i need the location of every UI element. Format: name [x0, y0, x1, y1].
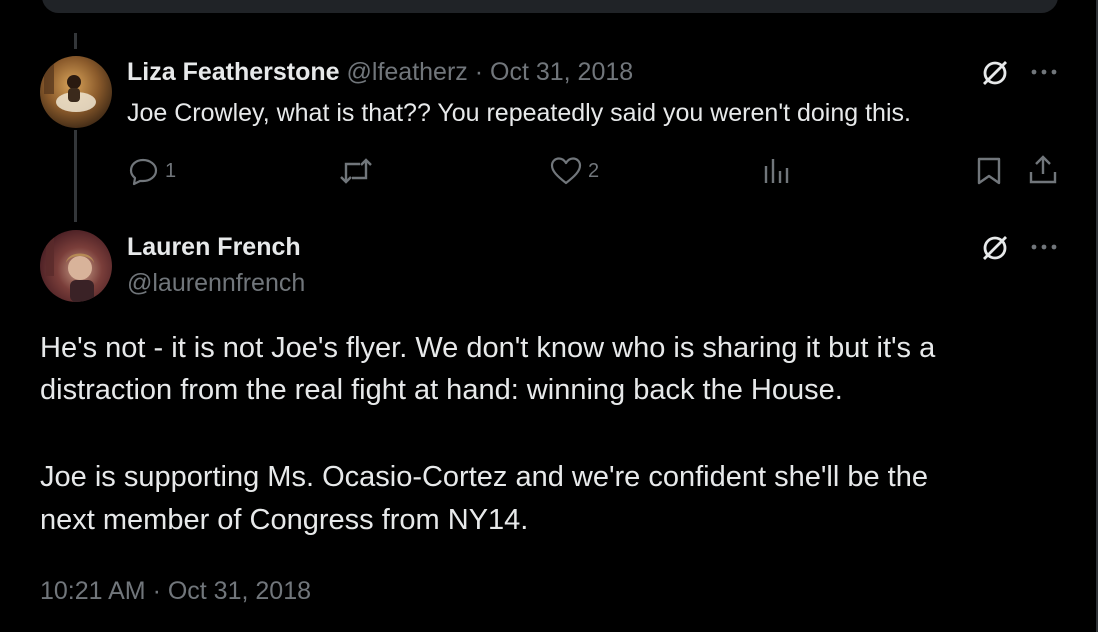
share-icon[interactable]: [1028, 154, 1058, 186]
views-icon[interactable]: [763, 156, 791, 186]
separator: ·: [474, 58, 484, 86]
grok-icon[interactable]: [980, 58, 1010, 88]
author-name[interactable]: Liza Featherstone: [127, 58, 340, 86]
tweet-date[interactable]: Oct 31, 2018: [490, 58, 633, 86]
search-bar[interactable]: [42, 0, 1058, 13]
more-icon[interactable]: [1030, 64, 1058, 80]
author-name[interactable]: Lauren French: [127, 233, 301, 262]
tweet-text-line: Joe is supporting Ms. Ocasio-Cortez and …: [40, 461, 928, 493]
thread-line-top: [74, 33, 77, 49]
thread-line: [74, 130, 77, 222]
author-handle[interactable]: @lfeatherz: [347, 58, 468, 86]
tweet-text-line: He's not - it is not Joe's flyer. We don…: [40, 332, 936, 364]
tweet-timestamp[interactable]: 10:21 AM · Oct 31, 2018: [40, 577, 311, 606]
reply-header: Liza Featherstone @lfeatherz · Oct 31, 2…: [127, 58, 633, 87]
like-icon[interactable]: [550, 156, 582, 186]
grok-icon[interactable]: [980, 233, 1010, 263]
tweet-text: Joe Crowley, what is that?? You repeated…: [127, 99, 911, 127]
avatar[interactable]: [40, 56, 112, 128]
tweet-text-line: next member of Congress from NY14.: [40, 504, 529, 536]
retweet-icon[interactable]: [338, 156, 374, 186]
more-icon[interactable]: [1030, 239, 1058, 255]
bookmark-icon[interactable]: [976, 156, 1002, 186]
avatar[interactable]: [40, 230, 112, 302]
reply-count: 1: [165, 160, 177, 182]
author-handle[interactable]: @laurennfrench: [127, 269, 305, 298]
reply-icon[interactable]: [129, 156, 159, 186]
like-count: 2: [588, 160, 600, 182]
avatar-image: [46, 236, 94, 302]
avatar-image: [44, 64, 96, 112]
tweet-text-line: distraction from the real fight at hand:…: [40, 374, 843, 406]
